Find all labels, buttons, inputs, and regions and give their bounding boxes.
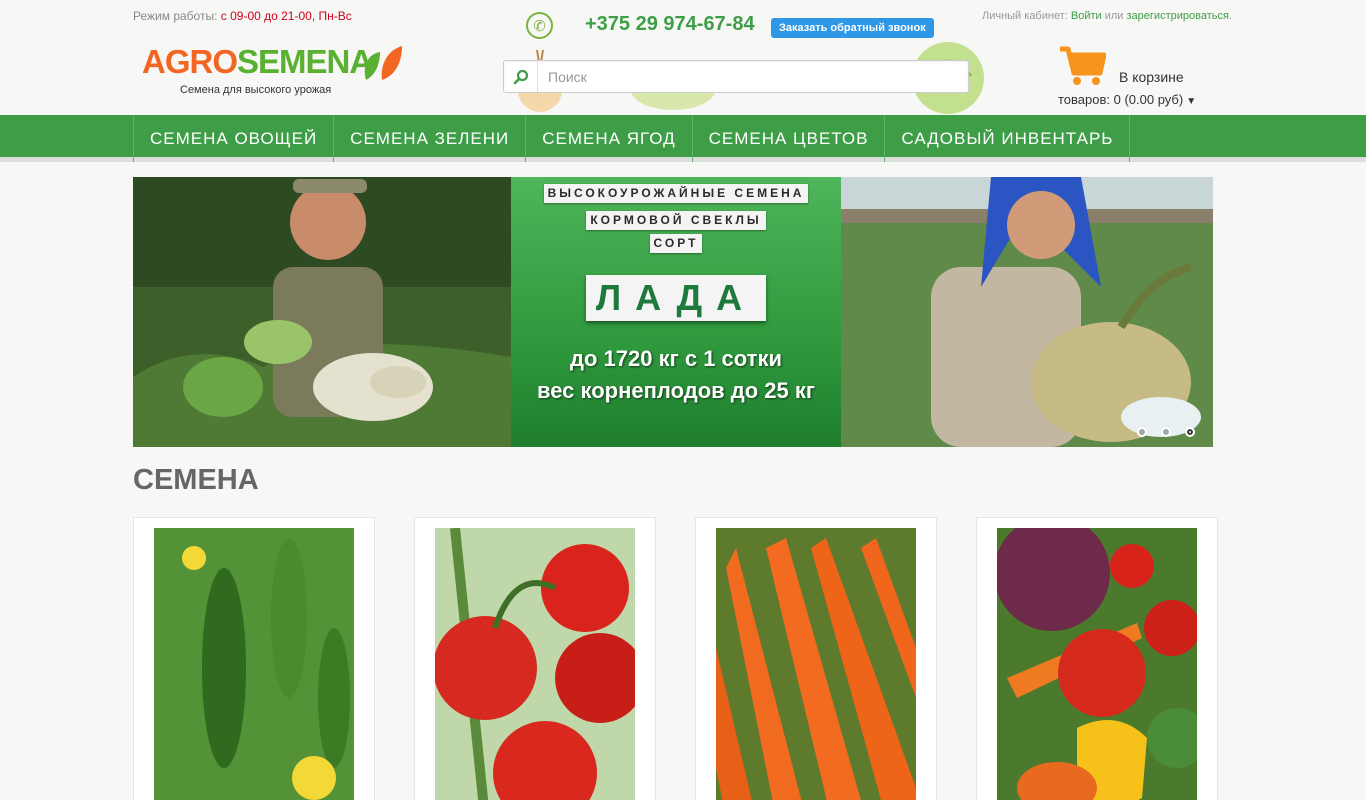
search-icon <box>513 69 528 84</box>
or-text: или <box>1104 10 1124 22</box>
cart-title: В корзине <box>1119 69 1184 85</box>
product-card-cucumber[interactable] <box>133 517 375 800</box>
farmer-man-image <box>133 177 511 447</box>
banner-slider[interactable]: ВЫСОКОУРОЖАЙНЫЕ СЕМЕНА КОРМОВОЙ СВЕКЛЫ С… <box>133 177 1213 447</box>
promo-line-2: КОРМОВОЙ СВЕКЛЫ <box>511 211 841 230</box>
logo-part-agro: AGRO <box>142 43 238 80</box>
register-link[interactable]: зарегистрироваться <box>1127 10 1229 22</box>
phone-number[interactable]: +375 29 974-67-84 <box>585 13 755 36</box>
nav-item-garden-tools[interactable]: Садовый инвентарь <box>884 115 1131 162</box>
tomato-image <box>435 528 635 800</box>
farmer-woman-image <box>841 177 1213 447</box>
nav-item-berry-seeds[interactable]: Семена ягод <box>525 115 691 162</box>
product-card-tomato[interactable] <box>414 517 656 800</box>
vegetables-image <box>997 528 1197 800</box>
search-input[interactable] <box>538 68 958 85</box>
slider-dots <box>1137 427 1195 437</box>
cucumber-image <box>154 528 354 800</box>
hours-days: Пн-Вс <box>318 9 352 23</box>
site-header: Режим работы: с 09-00 до 21-00, Пн-Вс ✆ … <box>0 0 1366 115</box>
caret-down-icon: ▼ <box>1186 96 1197 107</box>
leaf-icon <box>364 46 402 80</box>
slider-dot-3[interactable] <box>1185 427 1195 437</box>
search-button[interactable] <box>504 61 538 92</box>
callback-button[interactable]: Заказать обратный звонок <box>771 18 934 38</box>
hours-time: с 09-00 до 21-00, <box>220 9 316 23</box>
hours-label: Режим работы: <box>133 9 218 23</box>
nav-item-vegetable-seeds[interactable]: Семена овощей <box>133 115 333 162</box>
section-title: СЕМЕНА <box>133 464 259 496</box>
slider-dot-1[interactable] <box>1137 427 1147 437</box>
nav-item-greens-seeds[interactable]: Семена зелени <box>333 115 525 162</box>
account-label: Личный кабинет: <box>981 10 1068 22</box>
promo-slide: ВЫСОКОУРОЖАЙНЫЕ СЕМЕНА КОРМОВОЙ СВЕКЛЫ С… <box>511 177 841 447</box>
cart-summary[interactable]: товаров: 0 (0.00 руб) ▼ <box>1058 92 1196 107</box>
promo-line-3: СОРТ <box>511 234 841 253</box>
variety-name: ЛАДА <box>511 275 841 321</box>
cart-icon[interactable] <box>1058 45 1106 87</box>
cart-summary-text: товаров: 0 (0.00 руб) <box>1058 92 1184 107</box>
product-card-mixed-vegetables[interactable] <box>976 517 1218 800</box>
weight-text: вес корнеплодов до 25 кг <box>536 378 816 403</box>
nav-item-flower-seeds[interactable]: Семена цветов <box>691 115 885 162</box>
logo-part-semena: SEMENA <box>237 43 373 80</box>
phone-icon: ✆ <box>526 12 553 39</box>
product-card-carrot[interactable] <box>695 517 937 800</box>
login-link[interactable]: Войти <box>1071 10 1102 22</box>
yield-text: до 1720 кг с 1 сотки <box>570 346 782 371</box>
slider-dot-2[interactable] <box>1161 427 1171 437</box>
account-links: Личный кабинет: Войти или зарегистрирова… <box>981 10 1232 22</box>
working-hours: Режим работы: с 09-00 до 21-00, Пн-Вс <box>133 9 352 23</box>
promo-line-1: ВЫСОКОУРОЖАЙНЫЕ СЕМЕНА <box>543 183 809 203</box>
product-grid <box>133 517 1218 800</box>
tagline: Семена для высокого урожая <box>180 84 332 96</box>
carrot-image <box>716 528 916 800</box>
main-navigation: Семена овощей Семена зелени Семена ягод … <box>0 115 1366 162</box>
search-bar <box>503 60 969 93</box>
site-logo[interactable]: AGROSEMENA Семена для высокого урожая <box>142 42 404 98</box>
